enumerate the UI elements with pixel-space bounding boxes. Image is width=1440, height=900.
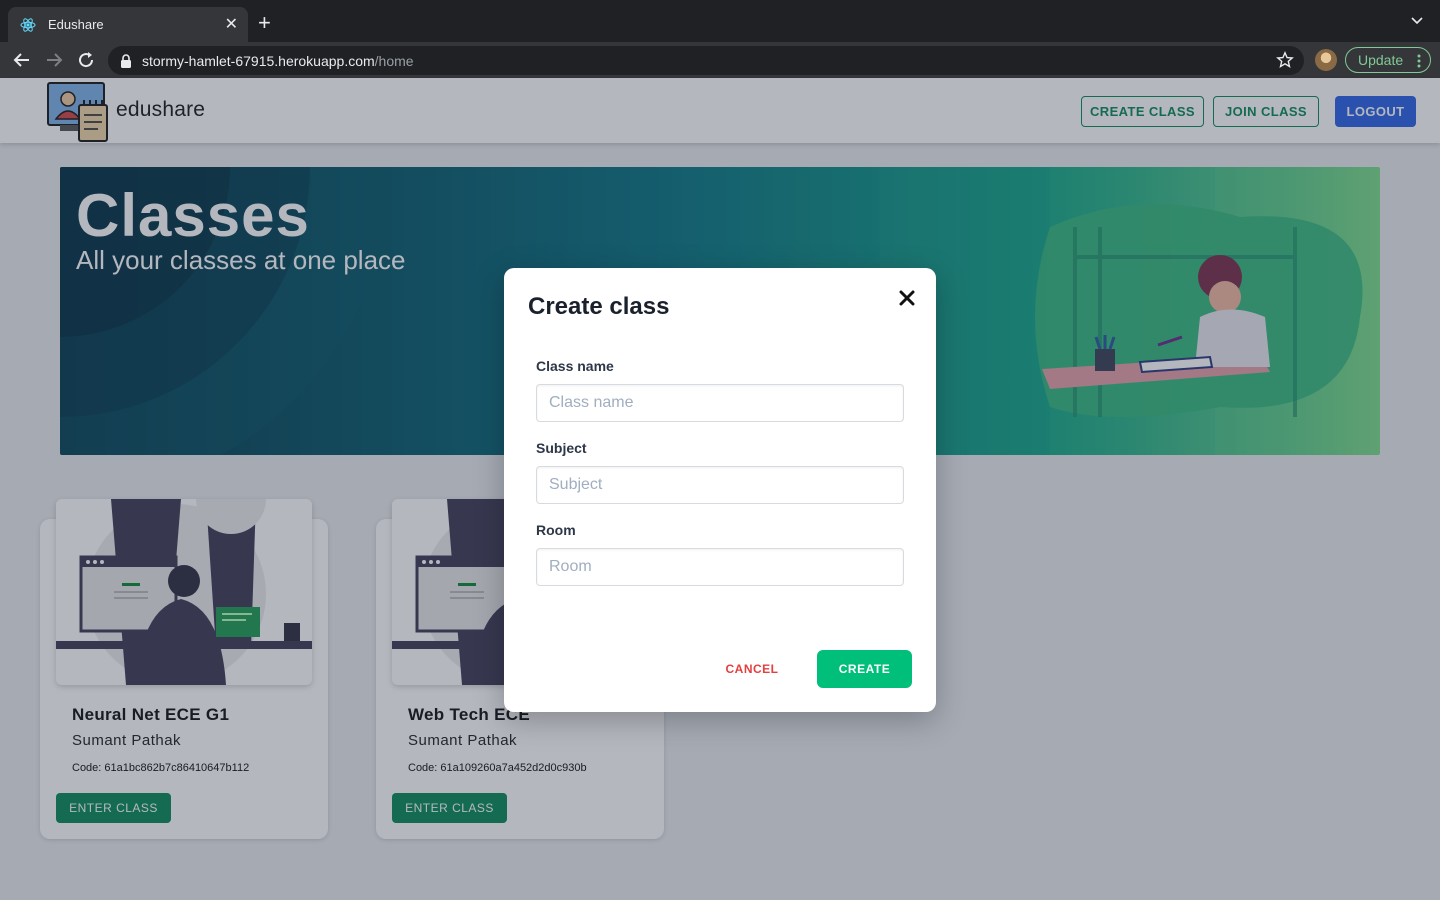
update-label: Update — [1358, 52, 1404, 68]
room-label: Room — [536, 522, 576, 538]
more-vert-icon[interactable] — [1417, 54, 1421, 68]
room-input[interactable] — [536, 548, 904, 586]
lock-icon — [121, 53, 131, 68]
back-icon[interactable] — [12, 50, 32, 70]
subject-label: Subject — [536, 440, 587, 456]
class-name-input[interactable] — [536, 384, 904, 422]
browser-toolbar: stormy-hamlet-67915.herokuapp.com/home U… — [0, 42, 1440, 78]
profile-avatar[interactable] — [1315, 49, 1337, 71]
forward-icon[interactable] — [44, 50, 64, 70]
address-bar[interactable]: stormy-hamlet-67915.herokuapp.com/home — [108, 46, 1304, 75]
dialog-title: Create class — [528, 293, 670, 320]
cancel-button[interactable]: CANCEL — [716, 650, 788, 688]
close-icon[interactable] — [899, 290, 915, 306]
new-tab-icon[interactable]: + — [258, 12, 271, 34]
tab-search-chevron-icon[interactable] — [1410, 14, 1424, 28]
browser-tabbar: Edushare ✕ + — [0, 0, 1440, 42]
reload-icon[interactable] — [76, 50, 96, 70]
create-button[interactable]: CREATE — [817, 650, 912, 688]
react-favicon-icon — [20, 17, 36, 32]
create-class-dialog: Create class Class name Subject Room CAN… — [504, 268, 936, 712]
subject-input[interactable] — [536, 466, 904, 504]
browser-tab[interactable]: Edushare ✕ — [8, 7, 248, 42]
url-path: /home — [374, 52, 414, 69]
tab-close-icon[interactable]: ✕ — [225, 16, 238, 33]
update-button[interactable]: Update — [1345, 47, 1431, 73]
bookmark-star-icon[interactable] — [1276, 51, 1294, 69]
url-host: stormy-hamlet-67915.herokuapp.com — [142, 52, 375, 69]
class-name-label: Class name — [536, 358, 614, 374]
tab-title: Edushare — [48, 17, 104, 32]
